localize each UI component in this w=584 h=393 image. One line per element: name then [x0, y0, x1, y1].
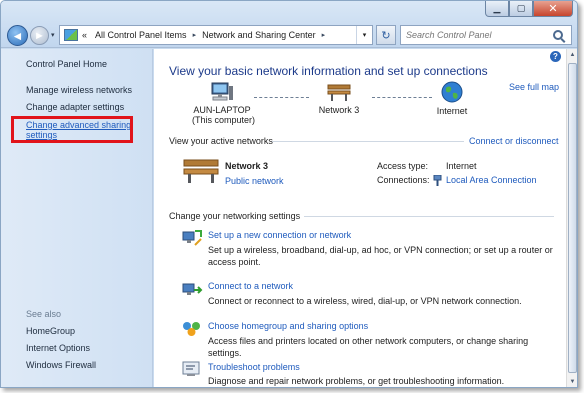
sidebar-item-homegroup[interactable]: HomeGroup	[26, 326, 75, 336]
task-connect-network-link[interactable]: Connect to a network	[208, 281, 293, 291]
search-input[interactable]	[401, 30, 551, 40]
map-internet-name: Internet	[436, 106, 468, 116]
computer-icon	[211, 82, 233, 101]
section-divider	[304, 216, 554, 217]
sidebar-item-change-adapter[interactable]: Change adapter settings	[26, 102, 124, 112]
scrollbar-thumb[interactable]	[568, 63, 577, 373]
search-icon[interactable]	[553, 30, 563, 40]
main-pane: ? View your basic network information an…	[154, 49, 577, 387]
forward-button[interactable]: ►	[30, 26, 49, 45]
ethernet-icon	[433, 175, 442, 186]
close-button[interactable]: ✕	[533, 1, 573, 17]
minimize-button[interactable]: ▁	[485, 1, 509, 17]
map-computer-sub: (This computer)	[192, 115, 256, 125]
address-bar[interactable]: « All Control Panel Items ▸ Network and …	[59, 25, 373, 45]
map-node-computer[interactable]: AUN-LAPTOP (This computer)	[192, 81, 256, 125]
breadcrumb-all-items[interactable]: All Control Panel Items	[91, 30, 191, 40]
homegroup-icon[interactable]	[181, 320, 203, 338]
page-title: View your basic network information and …	[169, 64, 488, 78]
window-controls: ▁ ▢ ✕	[485, 1, 573, 19]
task-homegroup-link[interactable]: Choose homegroup and sharing options	[208, 321, 368, 331]
section-divider	[272, 141, 464, 142]
bench-icon	[183, 159, 219, 183]
local-area-connection-link[interactable]: Local Area Connection	[446, 175, 537, 185]
sidebar-item-manage-wireless[interactable]: Manage wireless networks	[26, 85, 132, 95]
sidebar-item-windows-firewall[interactable]: Windows Firewall	[26, 360, 96, 370]
control-panel-window: ▁ ▢ ✕ ◄ ► ▾ « All Control Panel Items ▸ …	[0, 0, 578, 388]
task-troubleshoot-link[interactable]: Troubleshoot problems	[208, 362, 300, 372]
scroll-down-arrow-icon[interactable]: ▼	[568, 377, 577, 387]
active-networks-title: View your active networks	[169, 136, 273, 146]
highlight-box	[11, 116, 133, 143]
address-dropdown[interactable]: ▾	[356, 26, 372, 44]
maximize-button[interactable]: ▢	[509, 1, 533, 17]
breadcrumb-separator-icon[interactable]: ▸	[191, 31, 199, 39]
map-network-name: Network 3	[318, 105, 360, 115]
connect-network-icon[interactable]	[181, 281, 203, 299]
task-new-connection-link[interactable]: Set up a new connection or network	[208, 230, 351, 240]
title-bar: ▁ ▢ ✕ ◄ ► ▾ « All Control Panel Items ▸ …	[1, 1, 577, 48]
help-icon[interactable]: ?	[550, 51, 561, 62]
back-button[interactable]: ◄	[7, 25, 28, 46]
breadcrumb-separator-icon[interactable]: ▸	[320, 31, 328, 39]
breadcrumb-network-sharing[interactable]: Network and Sharing Center	[198, 30, 320, 40]
see-also-label: See also	[26, 309, 62, 319]
task-homegroup-desc: Access files and printers located on oth…	[208, 336, 529, 358]
recent-pages-dropdown[interactable]: ▾	[51, 31, 55, 39]
map-node-network[interactable]: Network 3	[309, 81, 369, 115]
address-overflow-chevron[interactable]: «	[78, 30, 91, 40]
sidebar-item-control-panel-home[interactable]: Control Panel Home	[26, 59, 107, 69]
task-troubleshoot-desc: Diagnose and repair network problems, or…	[208, 376, 505, 386]
scroll-up-arrow-icon[interactable]: ▲	[568, 50, 577, 61]
map-computer-name: AUN-LAPTOP	[193, 105, 251, 115]
task-new-connection-desc: Set up a wireless, broadband, dial-up, a…	[208, 245, 553, 267]
active-network-name: Network 3	[225, 161, 269, 171]
change-settings-title: Change your networking settings	[169, 211, 301, 221]
control-panel-icon	[64, 29, 78, 41]
sidebar: Control Panel Home Manage wireless netwo…	[1, 49, 153, 387]
task-connect-network-desc: Connect or reconnect to a wireless, wire…	[208, 296, 522, 306]
sidebar-item-internet-options[interactable]: Internet Options	[26, 343, 90, 353]
vertical-scrollbar[interactable]: ▲ ▼	[566, 49, 577, 387]
network-location-link[interactable]: Public network	[225, 176, 284, 186]
access-type-value: Internet	[446, 161, 477, 171]
troubleshoot-icon[interactable]	[181, 360, 203, 378]
map-link-line	[254, 97, 309, 98]
map-node-internet[interactable]: Internet	[422, 80, 482, 116]
refresh-button[interactable]: ↻	[376, 25, 396, 45]
access-type-label: Access type:	[377, 161, 429, 171]
see-full-map-link[interactable]: See full map	[509, 82, 559, 92]
connect-disconnect-link[interactable]: Connect or disconnect	[469, 136, 559, 146]
connections-label: Connections:	[377, 175, 430, 185]
bench-icon	[327, 84, 351, 101]
new-connection-icon[interactable]	[181, 229, 203, 247]
search-box[interactable]	[400, 25, 572, 45]
globe-icon	[441, 81, 463, 103]
